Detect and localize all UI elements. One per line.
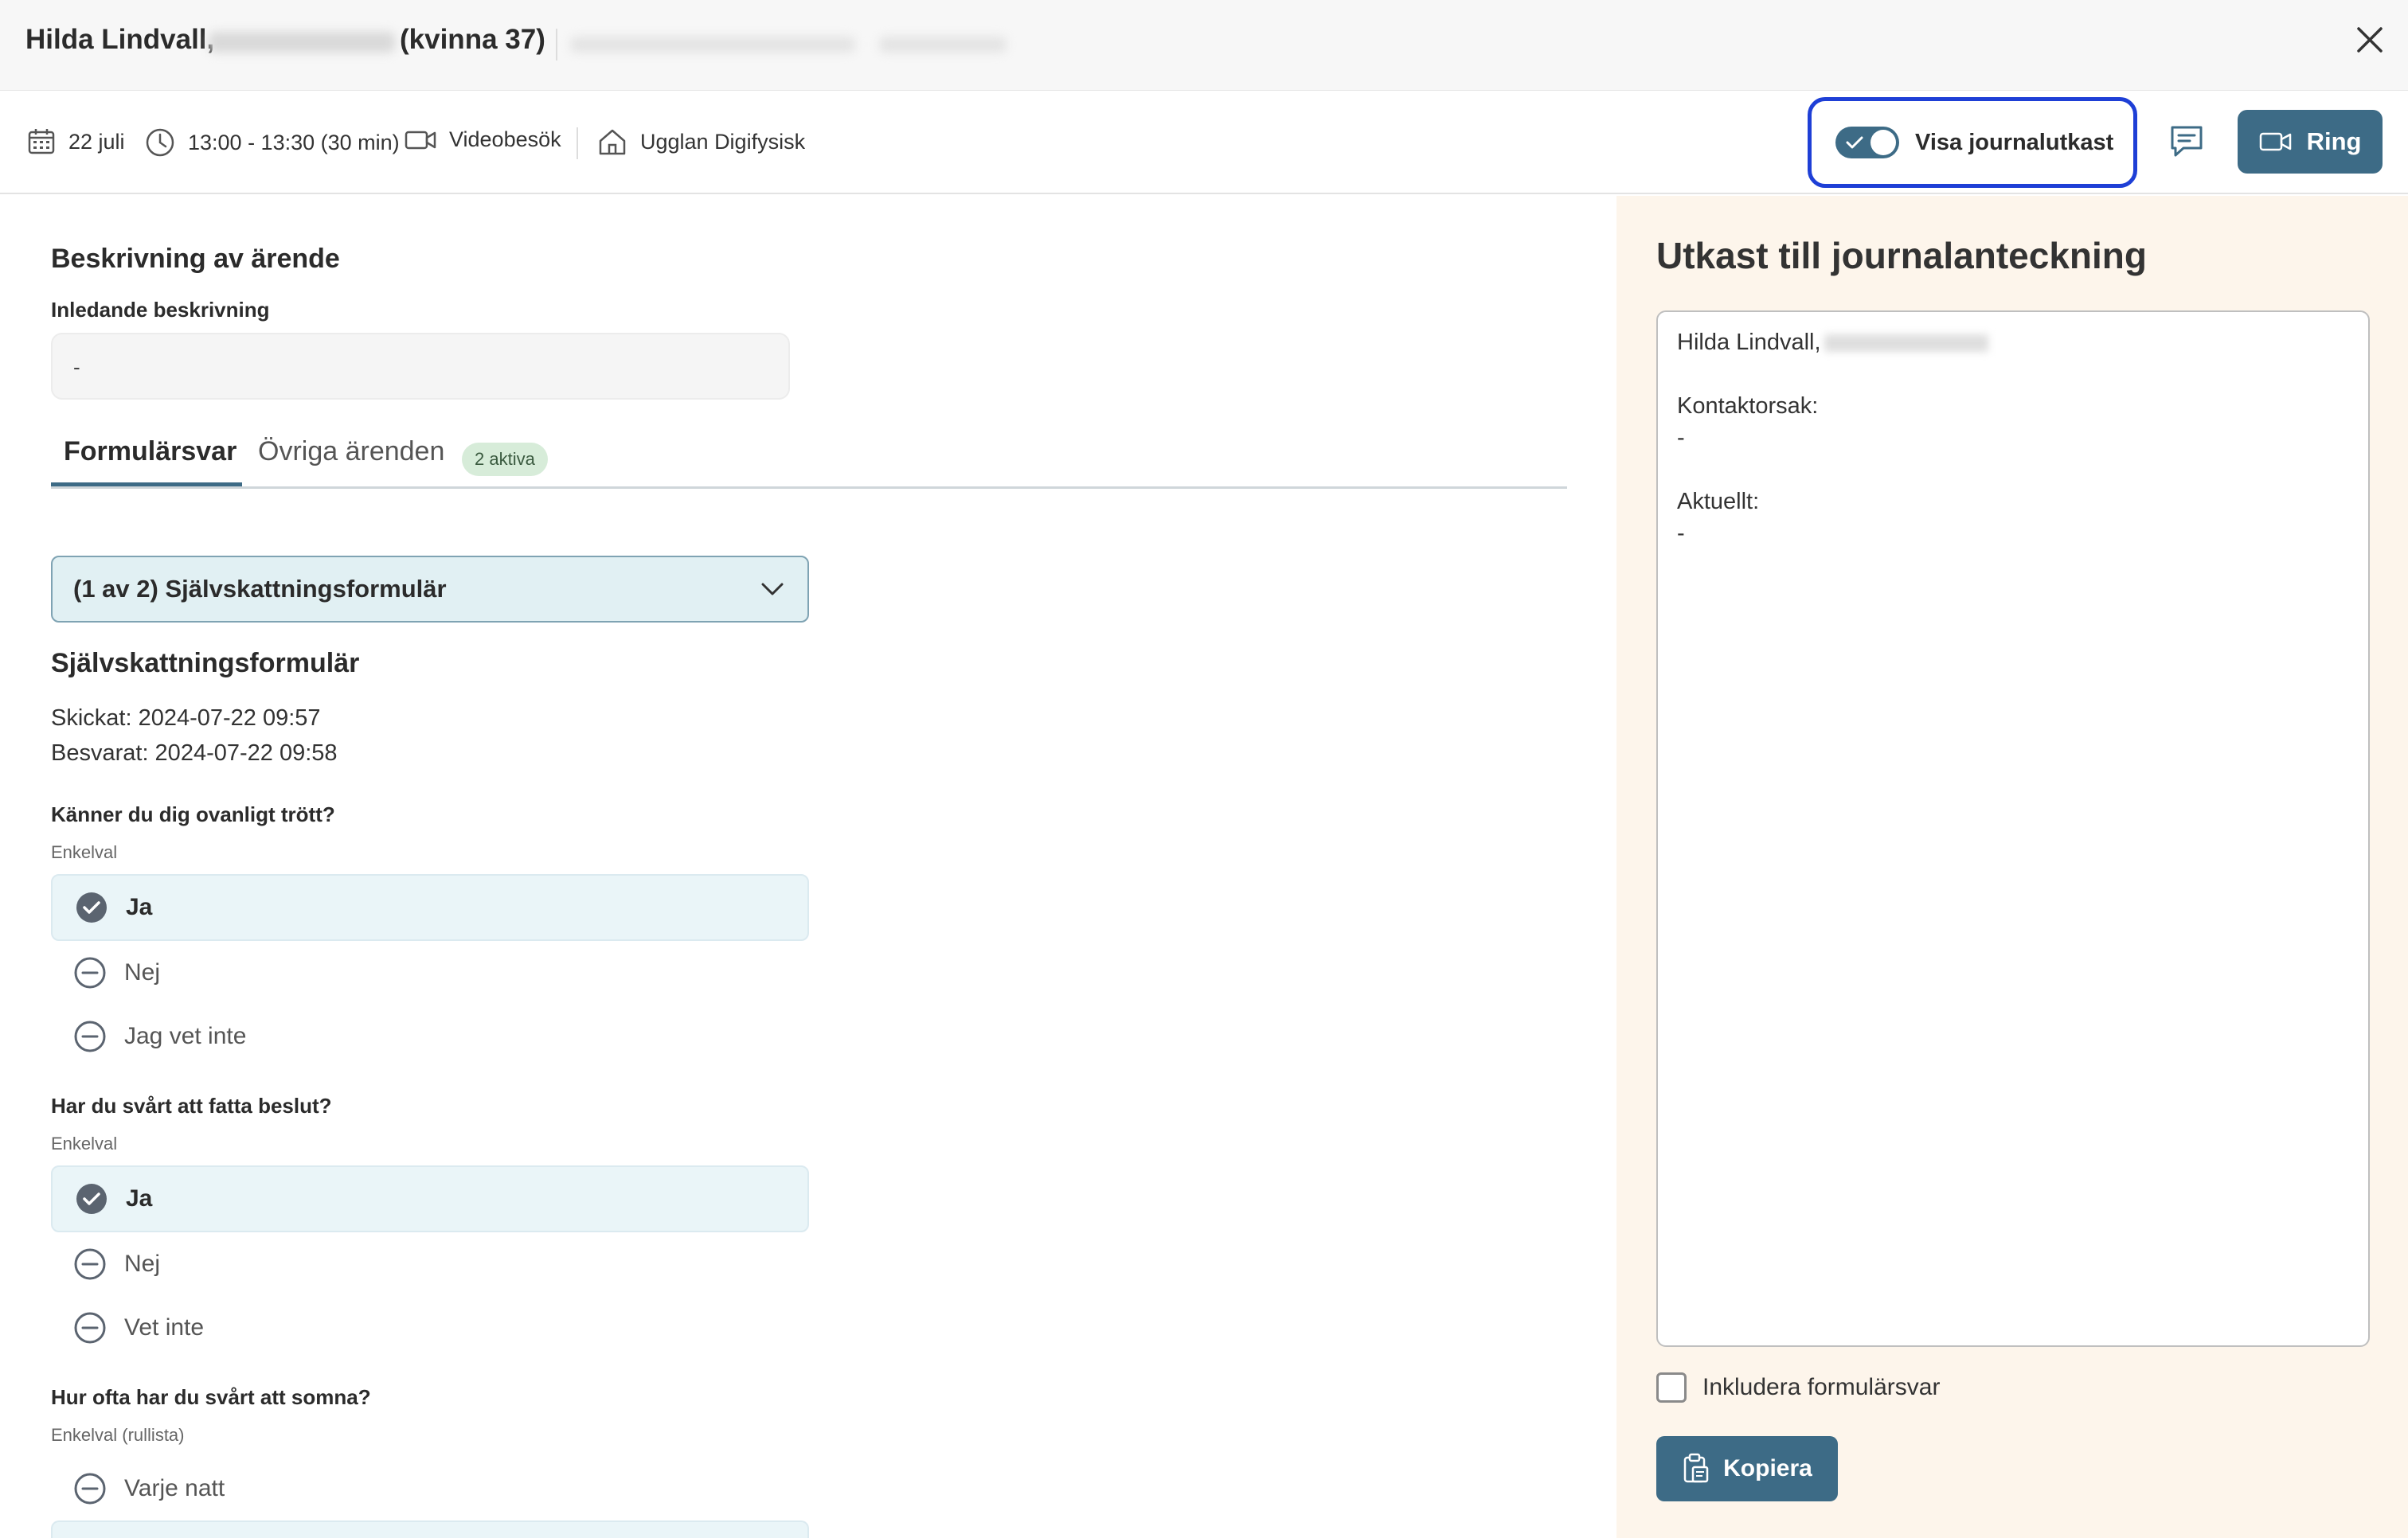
sent-date: Skickat: 2024-07-22 09:57 [51, 705, 321, 731]
time-text: 13:00 - 13:30 (30 min) [188, 130, 400, 154]
question-type: Enkelval [51, 1134, 118, 1154]
option-label: Nej [124, 959, 161, 986]
contact-reason-label: Kontaktorsak: [1677, 393, 1819, 419]
option-label: Jag vet inte [124, 1023, 247, 1049]
visit-type-text: Videobesök [449, 127, 561, 151]
form-select-value: (1 av 2) Självskattningsformulär [73, 575, 447, 603]
date-text: 22 juli [68, 129, 125, 154]
section-title: Beskrivning av ärende [51, 244, 340, 274]
chat-icon[interactable] [2166, 121, 2207, 162]
appointment-bar: 22 juli 13:00 - 13:30 (30 min) Videobesö… [0, 91, 2408, 194]
clinic: Ugglan Digifysisk [597, 127, 805, 156]
redacted-phone [879, 37, 1007, 53]
question-title: Har du svårt att fatta beslut? [51, 1094, 332, 1118]
minus-circle-icon [74, 1248, 106, 1280]
checkbox-label: Inkludera formulärsvar [1702, 1374, 1941, 1400]
option-label: Varje natt [124, 1475, 225, 1501]
toggle-label: Visa journalutkast [1915, 129, 2114, 155]
current-value: - [1677, 521, 1685, 546]
patient-gender-age: (kvinna 37) [400, 24, 545, 55]
tab-other-cases[interactable]: Övriga ärenden [258, 436, 444, 467]
answer-option: Nej [51, 1231, 809, 1298]
minus-circle-icon [74, 957, 106, 989]
home-icon [599, 129, 626, 155]
journal-draft-textarea[interactable]: Hilda Lindvall, Kontaktorsak: - Aktuellt… [1656, 310, 2370, 1347]
question-type: Enkelval [51, 842, 118, 862]
form-title: Självskattningsformulär [51, 648, 360, 678]
calendar-icon [28, 129, 55, 154]
clipboard-icon [1683, 1453, 1709, 1483]
question-title: Känner du dig ovanligt trött? [51, 802, 335, 826]
answer-option: Vet inte [51, 1294, 809, 1361]
clinic-text: Ugglan Digifysisk [640, 129, 806, 154]
journal-draft-panel: Utkast till journalanteckning Hilda Lind… [1616, 196, 2408, 1538]
clock-icon [146, 128, 174, 157]
appointment-time: 13:00 - 13:30 (30 min) [145, 127, 400, 158]
answer-option-selected [51, 1520, 809, 1538]
copy-button[interactable]: Kopiera [1656, 1436, 1838, 1501]
toggle-switch[interactable] [1835, 127, 1899, 158]
answer-option-selected: Ja [51, 874, 809, 941]
redacted-personal-number [209, 32, 395, 53]
answer-option: Nej [51, 939, 809, 1006]
ring-label: Ring [2306, 127, 2362, 155]
include-form-answers-checkbox[interactable]: Inkludera formulärsvar [1656, 1372, 1940, 1403]
minus-circle-icon [74, 1473, 106, 1505]
answer-option: Jag vet inte [51, 1003, 809, 1070]
tab-form-answers[interactable]: Formulärsvar [64, 436, 236, 467]
redacted-email [570, 37, 855, 53]
form-select[interactable]: (1 av 2) Självskattningsformulär [51, 556, 809, 623]
option-label: Vet inte [124, 1314, 205, 1341]
copy-label: Kopiera [1723, 1455, 1812, 1481]
minus-circle-icon [74, 1021, 106, 1052]
contact-reason-value: - [1677, 425, 1685, 451]
video-camera-icon [2259, 132, 2291, 151]
answered-date: Besvarat: 2024-07-22 09:58 [51, 740, 338, 766]
current-label: Aktuellt: [1677, 489, 1760, 514]
patient-name: Hilda Lindvall, [25, 24, 215, 55]
journal-patient-name: Hilda Lindvall, [1677, 330, 1821, 355]
active-tab-indicator [51, 482, 242, 486]
journal-draft-title: Utkast till journalanteckning [1656, 235, 2147, 276]
status-badge: 2 aktiva [462, 443, 548, 476]
redacted-personal-number [1824, 334, 1988, 353]
initial-description-field: - [51, 333, 790, 400]
question-type: Enkelval (rullista) [51, 1425, 185, 1445]
check-icon [1846, 136, 1863, 149]
answer-option: Varje natt [51, 1455, 809, 1522]
case-details: Beskrivning av ärende Inledande beskrivn… [0, 196, 1616, 1538]
checkbox[interactable] [1656, 1372, 1687, 1403]
tab-bar: Formulärsvar Övriga ärenden 2 aktiva [51, 431, 1567, 489]
video-camera-icon [405, 131, 436, 149]
question-title: Hur ofta har du svårt att somna? [51, 1385, 371, 1409]
initial-description-label: Inledande beskrivning [51, 298, 270, 322]
check-circle-icon [76, 892, 107, 923]
divider [577, 127, 578, 159]
visit-type: Videobesök [405, 127, 561, 152]
chevron-down-icon [761, 583, 784, 595]
divider [556, 29, 557, 61]
ring-button[interactable]: Ring [2238, 110, 2383, 174]
option-label: Ja [126, 894, 153, 920]
modal-header: Hilda Lindvall, (kvinna 37) [0, 0, 2408, 91]
minus-circle-icon [74, 1312, 106, 1344]
check-circle-icon [76, 1184, 107, 1214]
show-journal-draft-toggle[interactable]: Visa journalutkast [1808, 97, 2137, 188]
answer-option-selected: Ja [51, 1165, 809, 1232]
option-label: Ja [126, 1185, 153, 1212]
appointment-date: 22 juli [27, 127, 125, 156]
close-icon[interactable] [2352, 22, 2387, 57]
option-label: Nej [124, 1251, 161, 1277]
